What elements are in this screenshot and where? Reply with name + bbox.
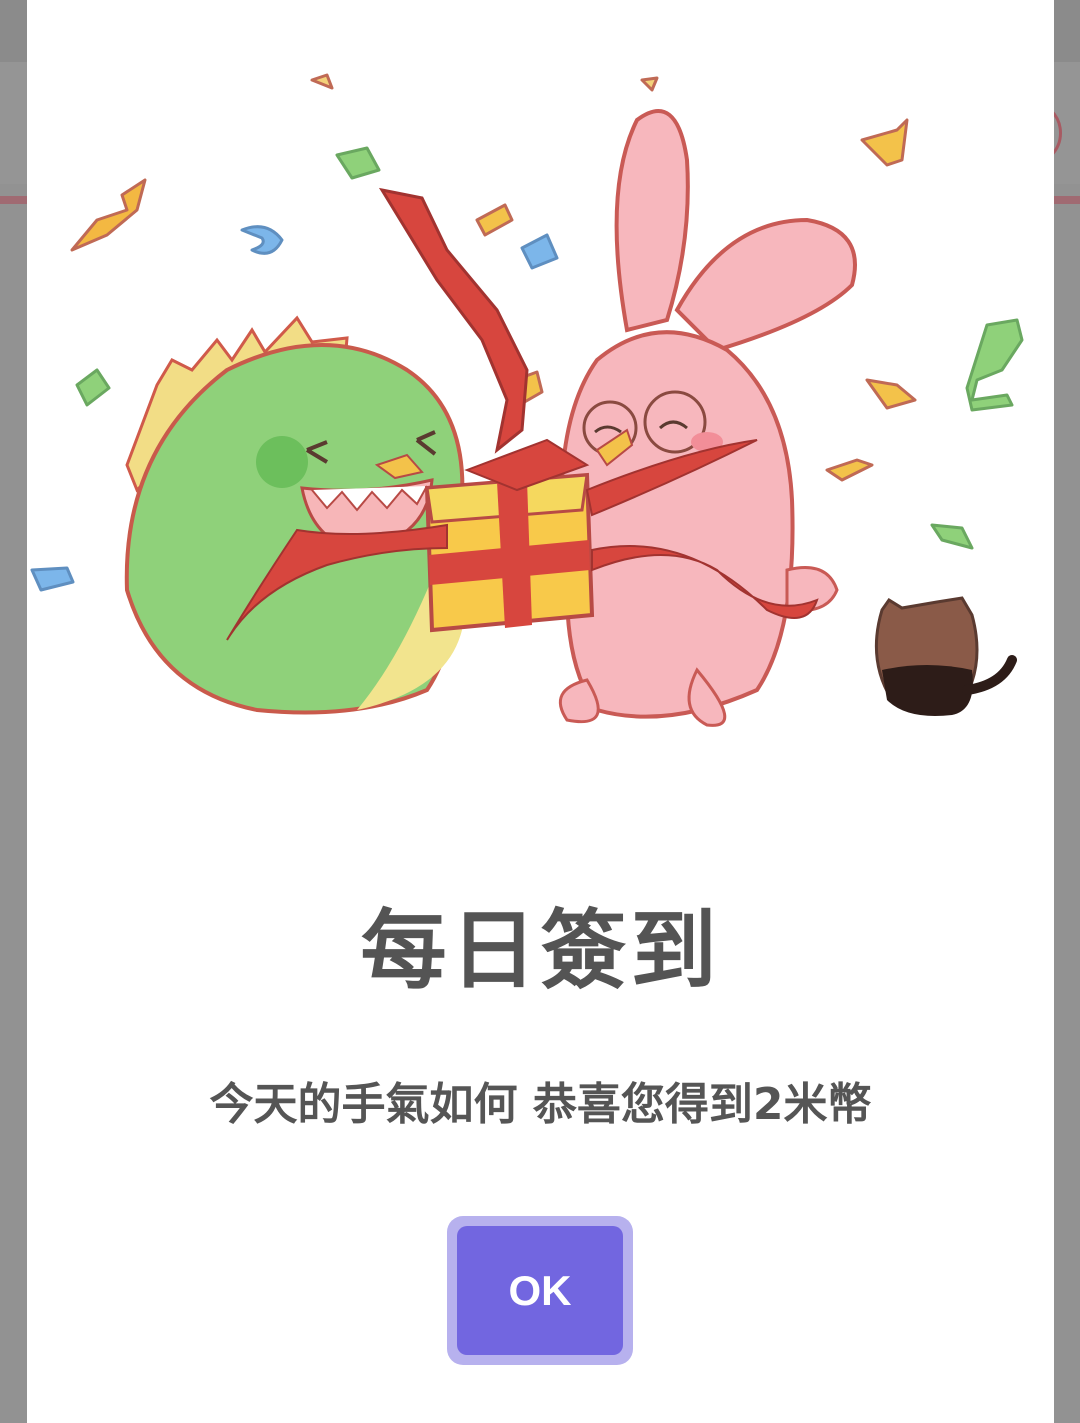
celebration-illustration — [30, 73, 1024, 727]
daily-checkin-dialog: 每日簽到 今天的手氣如何 恭喜您得到2米幣 OK — [27, 0, 1054, 1423]
ok-button[interactable]: OK — [457, 1226, 623, 1355]
dialog-title: 每日簽到 — [360, 901, 721, 1001]
bunny-character — [558, 109, 857, 727]
dinosaur-character — [124, 315, 465, 715]
reward-message: 今天的手氣如何 恭喜您得到2米幣 — [209, 1079, 872, 1130]
cat-silhouette — [874, 596, 1017, 716]
